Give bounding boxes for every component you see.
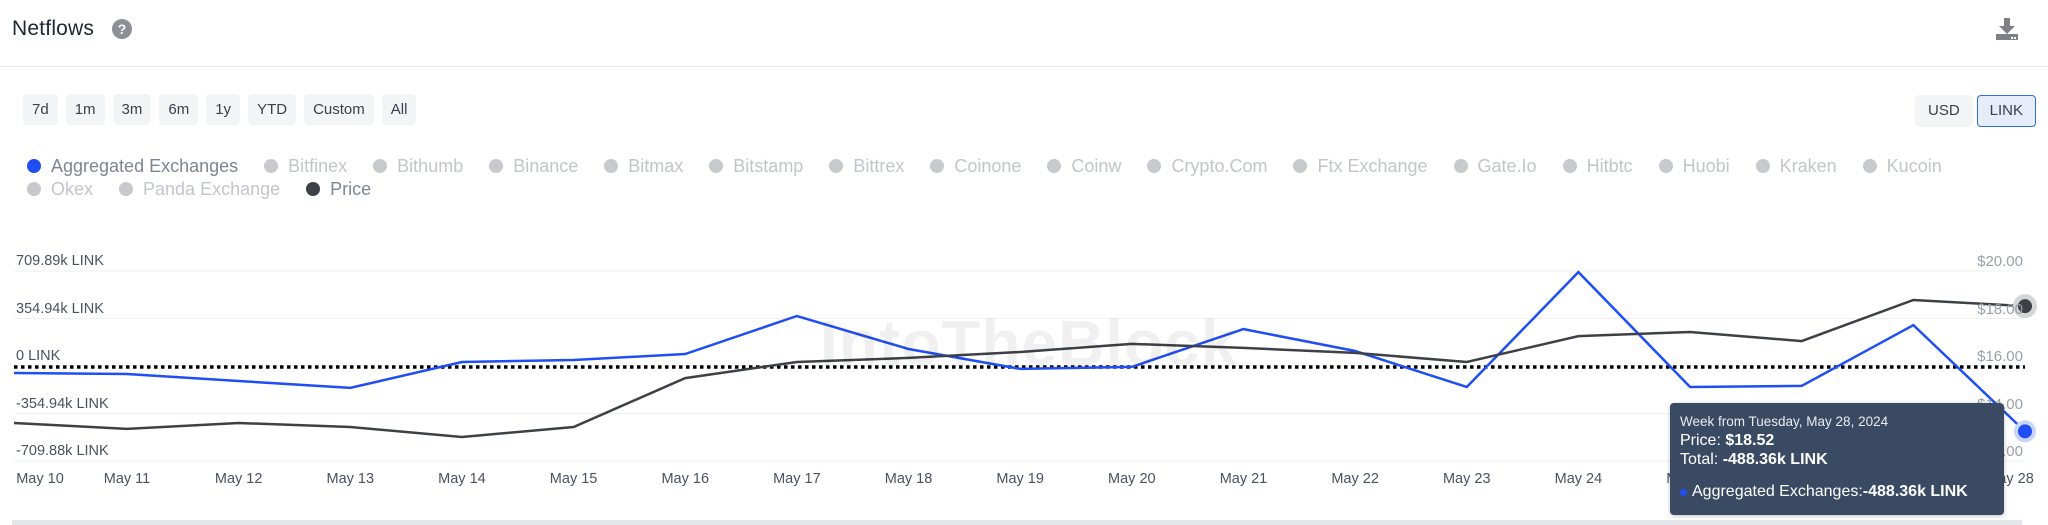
x-tick-label: May 10	[16, 471, 64, 487]
chart-tooltip: Week from Tuesday, May 28, 2024 Price: $…	[1670, 403, 2004, 515]
series-dot-icon	[1680, 488, 1687, 496]
tooltip-series-label: Aggregated Exchanges:	[1692, 483, 1863, 500]
range-navigator[interactable]	[12, 520, 2022, 525]
x-tick-label: May 21	[1219, 471, 1268, 487]
x-tick-label: May 23	[1442, 471, 1491, 487]
tooltip-price-value: $18.52	[1725, 432, 1775, 449]
y-left-tick-label: 709.89k LINK	[16, 253, 104, 269]
watermark: IntoTheBlock	[820, 307, 1238, 379]
x-tick-label: May 15	[549, 471, 598, 487]
x-tick-label: May 11	[103, 471, 151, 487]
x-tick-label: May 20	[1108, 471, 1156, 487]
tooltip-price-label: Price:	[1680, 432, 1726, 449]
x-tick-label: May 19	[996, 471, 1044, 487]
x-tick-label: May 16	[661, 471, 710, 487]
x-tick-label: May 12	[214, 471, 263, 487]
tooltip-total-label: Total:	[1680, 451, 1723, 468]
x-tick-label: May 13	[326, 471, 375, 487]
y-left-tick-label: -354.94k LINK	[16, 395, 109, 412]
tooltip-series-value: -488.36k LINK	[1862, 483, 1968, 500]
y-left-tick-label: 354.94k LINK	[16, 300, 104, 317]
y-left-tick-label: -709.88k LINK	[16, 443, 109, 459]
tooltip-total: Total: -488.36k LINK	[1680, 450, 1994, 469]
x-tick-label: May 14	[438, 471, 486, 487]
x-tick-label: May 22	[1331, 471, 1379, 487]
tooltip-title: Week from Tuesday, May 28, 2024	[1680, 414, 1889, 429]
y-right-tick-label: $18.00	[1977, 300, 2023, 318]
y-right-tick-label: $20.00	[1977, 253, 2023, 270]
x-tick-label: May 17	[773, 471, 821, 487]
y-left-tick-label: 0 LINK	[16, 348, 61, 364]
y-right-tick-label: $16.00	[1977, 348, 2023, 365]
tooltip-price: Price: $18.52	[1680, 431, 1994, 450]
tooltip-series: Aggregated Exchanges: -488.36k LINK	[1680, 483, 1994, 501]
x-tick-label: May 24	[1554, 471, 1603, 487]
x-tick-label: May 18	[884, 471, 933, 487]
tooltip-total-value: -488.36k LINK	[1722, 451, 1828, 468]
aggregated-hover-marker	[2018, 424, 2032, 439]
